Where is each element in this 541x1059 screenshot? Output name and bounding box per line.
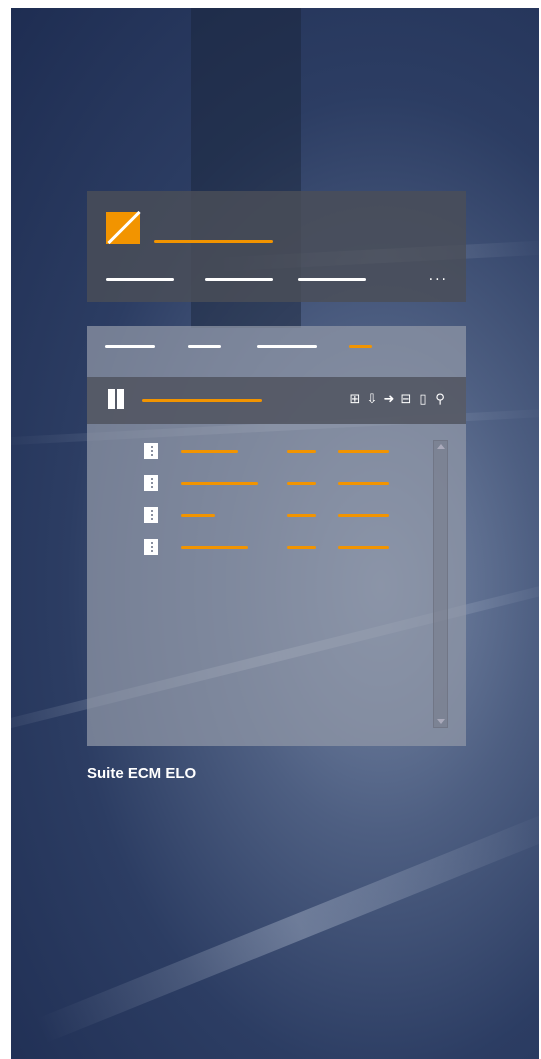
more-menu-button[interactable]: ··· <box>429 273 448 287</box>
arrow-link-icon[interactable]: ➜ <box>382 391 396 409</box>
tab-1[interactable] <box>105 345 155 348</box>
scroll-up-icon[interactable] <box>437 444 445 449</box>
list-item-col3 <box>338 514 389 517</box>
document-list-icon <box>144 507 158 523</box>
document-list-icon <box>144 443 158 459</box>
main-panel: ⊞ ⇩ ➜ ⊟ ▯ ⚲ <box>87 326 466 746</box>
caption: Suite ECM ELO <box>87 765 197 782</box>
nav-item-2[interactable] <box>205 278 273 281</box>
list-item-name <box>181 546 248 549</box>
list-item-col2 <box>287 546 316 549</box>
list-item-col3 <box>338 450 389 453</box>
nav-item-1[interactable] <box>106 278 174 281</box>
toolbar: ⊞ ⇩ ➜ ⊟ ▯ ⚲ <box>87 377 466 424</box>
tree-structure-icon[interactable]: ⊟ <box>399 391 413 409</box>
search-icon[interactable]: ⚲ <box>433 391 447 409</box>
list-item-name <box>181 514 215 517</box>
document-icon[interactable]: ▯ <box>416 391 430 409</box>
nav-item-3[interactable] <box>298 278 366 281</box>
list-item-name <box>181 450 238 453</box>
background-streak <box>36 809 539 1044</box>
list-item-col3 <box>338 482 389 485</box>
app-header: ··· <box>87 191 466 302</box>
background-frame: ··· ⊞ ⇩ ➜ ⊟ ▯ ⚲ Suite ECM ELO <box>11 8 539 1059</box>
list-item-name <box>181 482 258 485</box>
document-list-icon <box>144 475 158 491</box>
list-item-col2 <box>287 482 316 485</box>
toolbar-title-placeholder <box>142 399 262 402</box>
list-item-col3 <box>338 546 389 549</box>
tab-2[interactable] <box>188 345 221 348</box>
binder-icon <box>108 389 124 409</box>
list-item-col2 <box>287 450 316 453</box>
vertical-scrollbar[interactable] <box>433 440 448 728</box>
document-list-icon <box>144 539 158 555</box>
toolbar-icons: ⊞ ⇩ ➜ ⊟ ▯ ⚲ <box>348 391 447 409</box>
scroll-down-icon[interactable] <box>437 719 445 724</box>
folder-add-icon[interactable]: ⊞ <box>348 391 362 409</box>
list-item-col2 <box>287 514 316 517</box>
tab-3[interactable] <box>257 345 317 348</box>
app-title-placeholder <box>154 240 273 243</box>
elo-logo-icon <box>106 212 140 244</box>
download-icon[interactable]: ⇩ <box>365 391 379 409</box>
tab-active[interactable] <box>349 345 372 348</box>
